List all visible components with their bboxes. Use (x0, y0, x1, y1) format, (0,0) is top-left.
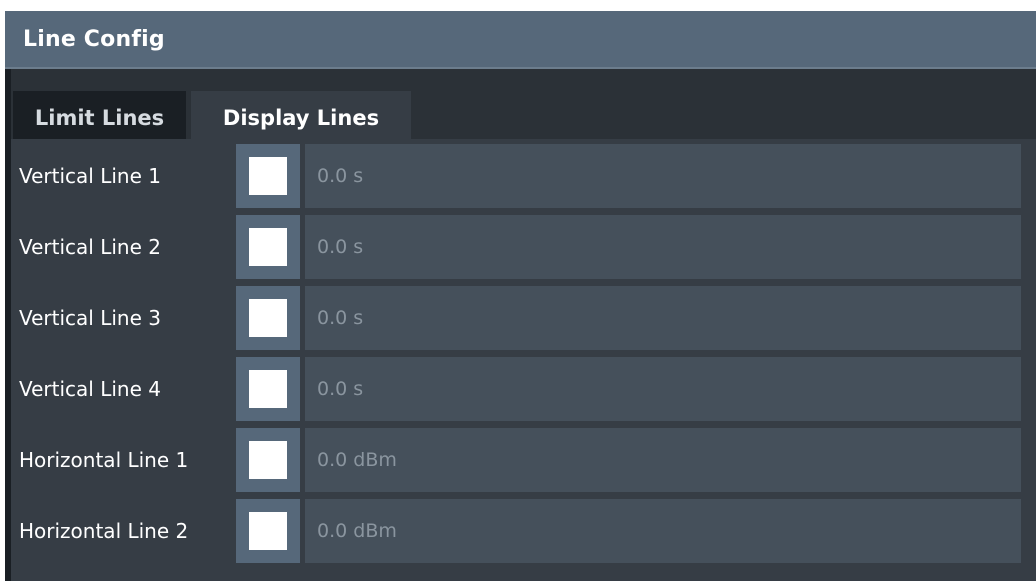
vertical-line-4-row: Vertical Line 4 0.0 s (11, 357, 1036, 421)
horizontal-line-1-row: Horizontal Line 1 0.0 dBm (11, 428, 1036, 492)
vertical-line-4-checkbox-cell (236, 357, 300, 421)
horizontal-line-2-row: Horizontal Line 2 0.0 dBm (11, 499, 1036, 563)
display-lines-panel: Vertical Line 1 0.0 s Vertical Line 2 0.… (11, 139, 1036, 581)
vertical-line-1-position-field[interactable]: 0.0 s (305, 144, 1021, 208)
vertical-line-2-checkbox[interactable] (247, 226, 289, 268)
vertical-line-3-position-field[interactable]: 0.0 s (305, 286, 1021, 350)
horizontal-line-1-level-field[interactable]: 0.0 dBm (305, 428, 1021, 492)
vertical-line-3-label: Vertical Line 3 (19, 306, 161, 330)
vertical-line-1-checkbox[interactable] (247, 155, 289, 197)
vertical-line-3-checkbox[interactable] (247, 297, 289, 339)
vertical-line-1-row: Vertical Line 1 0.0 s (11, 144, 1036, 208)
vertical-line-2-checkbox-cell (236, 215, 300, 279)
vertical-line-2-row: Vertical Line 2 0.0 s (11, 215, 1036, 279)
vertical-line-2-label: Vertical Line 2 (19, 235, 161, 259)
tab-limit-lines[interactable]: Limit Lines (13, 91, 188, 145)
vertical-line-1-label: Vertical Line 1 (19, 164, 161, 188)
vertical-line-4-checkbox[interactable] (247, 368, 289, 410)
dialog-title: Line Config (23, 27, 165, 52)
vertical-line-1-checkbox-cell (236, 144, 300, 208)
dialog-titlebar[interactable]: Line Config (5, 11, 1036, 69)
horizontal-line-1-label: Horizontal Line 1 (19, 448, 189, 472)
vertical-line-4-label: Vertical Line 4 (19, 377, 161, 401)
horizontal-line-1-checkbox-cell (236, 428, 300, 492)
horizontal-line-1-checkbox[interactable] (247, 439, 289, 481)
vertical-line-4-position-field[interactable]: 0.0 s (305, 357, 1021, 421)
vertical-line-2-position-field[interactable]: 0.0 s (305, 215, 1021, 279)
horizontal-line-2-label: Horizontal Line 2 (19, 519, 189, 543)
horizontal-line-2-checkbox[interactable] (247, 510, 289, 552)
line-config-dialog: Line Config Limit Lines Display Lines Ve… (5, 11, 1036, 581)
horizontal-line-2-checkbox-cell (236, 499, 300, 563)
horizontal-line-2-level-field[interactable]: 0.0 dBm (305, 499, 1021, 563)
vertical-line-3-checkbox-cell (236, 286, 300, 350)
tab-display-lines[interactable]: Display Lines (191, 91, 411, 145)
vertical-line-3-row: Vertical Line 3 0.0 s (11, 286, 1036, 350)
